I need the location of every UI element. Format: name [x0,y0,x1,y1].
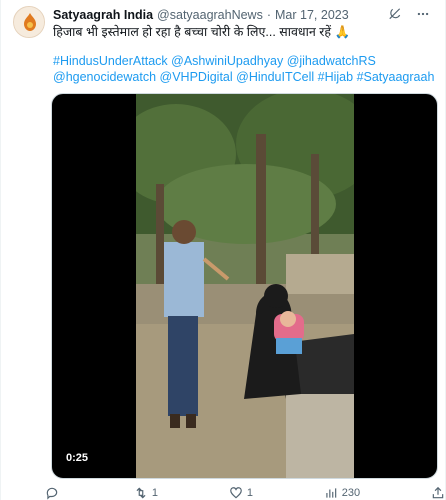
retweet-button[interactable]: 1 [134,486,158,500]
author-handle[interactable]: @satyaagrahNews [157,8,263,22]
retweet-icon [136,487,146,499]
hashtag-link[interactable]: #Hijab [318,70,353,84]
grok-icon[interactable] [387,6,403,22]
tweet-text: हिजाब भी इस्तेमाल हो रहा है बच्चा चोरी क… [53,25,351,39]
video-frame [136,94,354,478]
author-name[interactable]: Satyaagrah India [53,8,153,22]
tweet-card[interactable]: Satyaagrah India @satyaagrahNews · Mar 1… [0,0,446,500]
mention-link[interactable]: @jihadwatchRS [287,54,376,68]
mention-link[interactable]: @hgenocidewatch [53,70,156,84]
video-player[interactable]: 0:25 [51,93,438,479]
retweet-count: 1 [151,487,158,499]
separator: · [266,8,272,22]
views-button[interactable]: 230 [324,486,360,500]
tweet-header: Satyaagrah India @satyaagrahNews · Mar 1… [53,6,437,24]
share-button[interactable] [431,486,445,500]
header-actions [387,6,431,22]
mention-link[interactable]: @VHPDigital [160,70,233,84]
views-count: 230 [341,487,361,499]
like-button[interactable]: 1 [229,486,253,500]
hashtag-link[interactable]: #Satyaagraah [357,70,435,84]
mention-link[interactable]: @HinduITCell [236,70,314,84]
like-icon [229,487,242,499]
share-icon [432,486,444,499]
action-bar: 1 1 230 [45,485,445,500]
tweet-date[interactable]: Mar 17, 2023 [275,8,349,22]
video-duration: 0:25 [66,452,89,464]
hashtag-line: #HindusUnderAttack @AshwiniUpadhyay @jih… [53,53,437,85]
reply-button[interactable] [45,486,63,500]
avatar[interactable] [13,6,45,38]
hashtag-link[interactable]: #HindusUnderAttack [53,54,168,68]
like-count: 1 [246,487,253,499]
views-icon [326,488,337,498]
mention-link[interactable]: @AshwiniUpadhyay [171,54,283,68]
reply-icon [46,487,58,500]
more-icon[interactable] [415,6,431,22]
